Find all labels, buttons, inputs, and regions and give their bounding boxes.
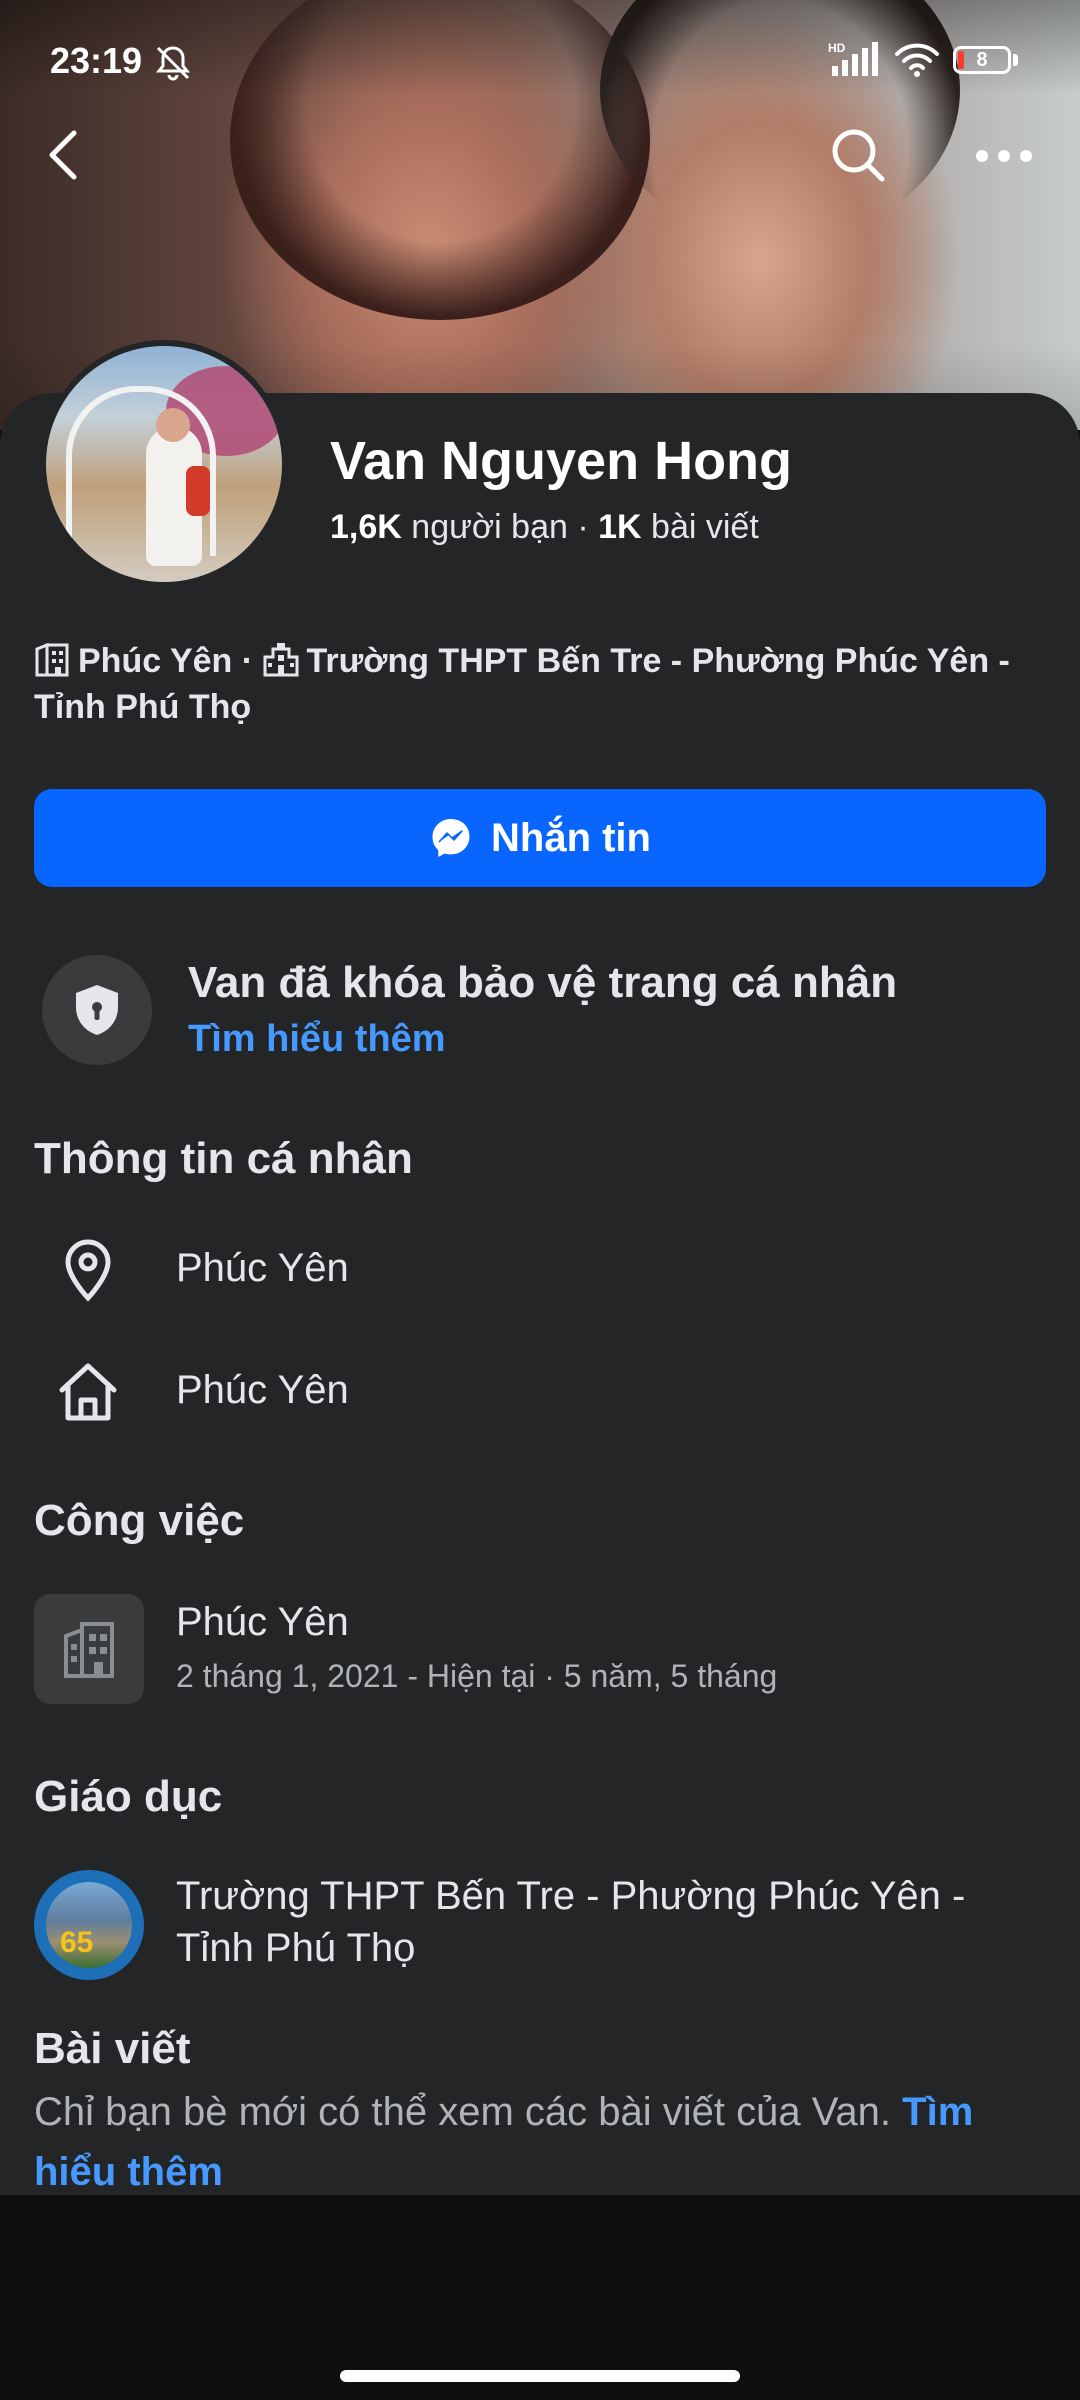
- status-time: 23:19: [50, 40, 143, 81]
- shield-lock-icon: [42, 955, 152, 1065]
- meta-separator: ·: [232, 642, 263, 680]
- school-logo-text: 65: [60, 1926, 94, 1959]
- learn-more-link[interactable]: Tìm hiểu thêm: [188, 1018, 446, 1061]
- work-period: 2 tháng 1, 2021 - Hiện tại · 5 năm, 5 th…: [176, 1658, 778, 1694]
- cellular-signal-icon: HD: [828, 41, 878, 76]
- profile-stats: 1,6K người bạn · 1K bài viết: [330, 508, 759, 547]
- avatar[interactable]: [40, 340, 288, 588]
- posts-label: bài viết: [651, 508, 759, 546]
- bell-off-icon: [155, 46, 191, 81]
- battery-icon: 8: [953, 46, 1023, 78]
- work-icon-box: [34, 1594, 144, 1704]
- current-city: Phúc Yên: [176, 1246, 349, 1290]
- education-title: Giáo dục: [34, 1772, 223, 1821]
- work-place[interactable]: Phúc Yên: [176, 1600, 349, 1645]
- school-logo[interactable]: 65: [34, 1870, 144, 1980]
- location-pin-icon: [65, 1239, 111, 1302]
- personal-info-title: Thông tin cá nhân: [34, 1134, 413, 1183]
- friends-label[interactable]: người bạn: [411, 508, 568, 546]
- profile-meta: Phúc Yên · Trường THPT Bến Tre - Phường …: [34, 638, 1044, 730]
- profile-name: Van Nguyen Hong: [330, 431, 793, 491]
- home-indicator[interactable]: [340, 2370, 740, 2382]
- message-button-label: Nhắn tin: [491, 815, 651, 860]
- current-city-row[interactable]: Phúc Yên: [34, 1228, 1046, 1308]
- friends-count[interactable]: 1,6K: [330, 508, 402, 546]
- status-bar: 23:19 HD 8: [0, 0, 1080, 120]
- posts-text: Chỉ bạn bè mới có thể xem các bài viết c…: [34, 2090, 903, 2134]
- building-icon: [64, 1622, 114, 1678]
- posts-title: Bài viết: [34, 2024, 191, 2073]
- wifi-icon: [895, 43, 939, 77]
- building-icon: [35, 642, 69, 677]
- more-icon[interactable]: [972, 138, 1036, 174]
- posts-count: 1K: [598, 508, 642, 546]
- school-icon: [263, 643, 299, 677]
- hometown: Phúc Yên: [176, 1368, 349, 1412]
- chevron-left-icon[interactable]: [40, 125, 88, 185]
- education-school[interactable]: Trường THPT Bến Tre - Phường Phúc Yên - …: [176, 1870, 1036, 1974]
- stats-separator: ·: [567, 508, 599, 546]
- home-icon: [59, 1363, 117, 1421]
- lock-notice-title: Van đã khóa bảo vệ trang cá nhân: [188, 958, 898, 1007]
- search-icon[interactable]: [828, 125, 888, 185]
- hometown-row[interactable]: Phúc Yên: [34, 1350, 1046, 1430]
- message-button[interactable]: Nhắn tin: [34, 789, 1046, 887]
- battery-level: 8: [976, 49, 988, 71]
- work-title: Công việc: [34, 1496, 245, 1545]
- network-label: HD: [828, 41, 846, 55]
- posts-privacy-note: Chỉ bạn bè mới có thể xem các bài viết c…: [34, 2082, 1046, 2202]
- messenger-icon: [432, 819, 470, 857]
- meta-location: Phúc Yên: [78, 642, 233, 680]
- profile-lock-notice: Van đã khóa bảo vệ trang cá nhân Tìm hiể…: [34, 950, 1046, 1070]
